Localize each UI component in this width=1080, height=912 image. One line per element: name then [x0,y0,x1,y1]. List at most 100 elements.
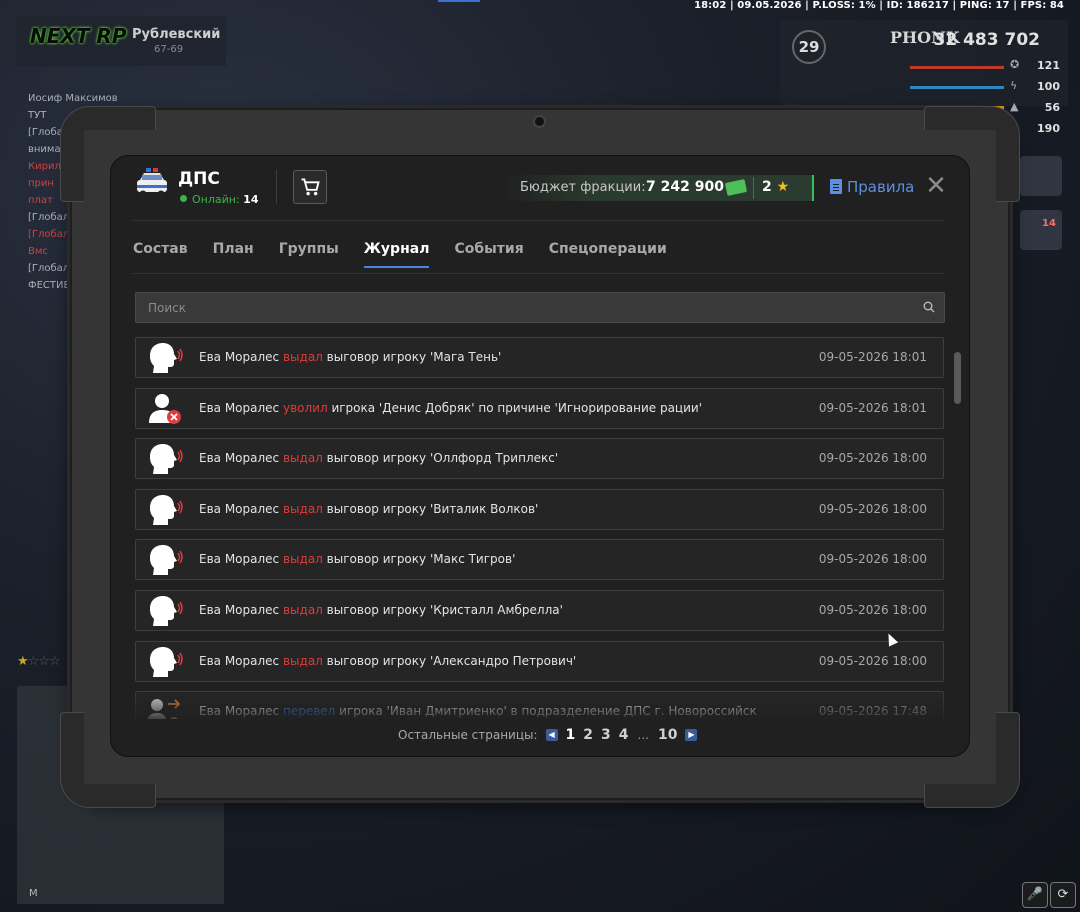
journal-time: 09-05-2026 18:00 [818,451,927,466]
journal-text: Ева Моралес выдал выговор игроку 'Криста… [199,603,563,617]
speaking-head-icon [146,494,184,526]
budget-divider [753,177,754,199]
server-sub: 67-69 [154,44,184,55]
tab-plan[interactable]: План [213,241,254,268]
hunger-icon: ▲ [1010,100,1019,113]
tab-special-ops[interactable]: Спецоперации [549,241,667,268]
journal-actor: Ева Моралес [199,501,280,516]
speaking-head-icon [146,443,184,475]
tab-sostav[interactable]: Состав [133,241,188,268]
journal-action: уволил [282,400,328,415]
pagination-label: Остальные страницы: [398,728,538,742]
clipboard-icon [830,179,842,194]
server-logo: NEXT RP Рублевский 67-69 [16,16,226,66]
refresh-button[interactable]: ⟳ [1050,882,1076,908]
prev-page-button[interactable]: ◀ [545,729,558,741]
journal-scrollbar[interactable] [954,352,961,404]
health-bar [910,66,1004,69]
page-4[interactable]: 4 [619,727,629,743]
next-page-button[interactable]: ▶ [685,729,698,741]
journal-text: Ева Моралес выдал выговор игроку 'Оллфор… [199,451,558,465]
speaking-head-icon [146,646,184,678]
journal-actor: Ева Моралес [199,552,280,567]
pagination: Остальные страницы: ◀ 1 2 3 4 ... 10 ▶ [398,727,701,743]
journal-actor: Ева Моралес [199,653,280,668]
journal-details: выговор игроку 'Оллфорд Триплекс' [326,451,559,466]
energy-value: 100 [1037,80,1060,93]
faction-stars: 2 ★ [762,179,789,195]
journal-row: Ева Моралес выдал выговор игроку 'Витали… [135,488,944,530]
brand-logo: NEXT RP [30,24,127,48]
journal-action: выдал [282,451,323,466]
journal-time: 09-05-2026 18:00 [818,603,927,617]
tab-bar: Состав План Группы Журнал События Спецоп… [133,241,692,268]
page-3[interactable]: 3 [601,727,611,743]
journal-action: выдал [282,350,323,364]
armor-value: 190 [1037,122,1060,135]
rules-link[interactable]: Правила [830,178,914,196]
speaking-head-icon [146,342,184,374]
journal-text: Ева Моралес выдал выговор игроку 'Мага Т… [199,350,501,364]
level-badge: 29 [792,30,826,64]
journal-actor: Ева Моралес [199,603,280,617]
header-divider-line [133,220,944,221]
journal-time: 09-05-2026 18:00 [818,653,927,668]
journal-details: выговор игроку 'Александро Петрович' [326,653,577,668]
journal-row: Ева Моралес уволил игрока 'Денис Добряк'… [135,387,944,429]
tab-journal[interactable]: Журнал [363,241,429,268]
hunger-value: 56 [1044,101,1060,114]
star-icon: ★ [776,179,790,195]
speaking-head-icon [146,595,184,627]
list-fade [135,690,945,720]
header-divider [276,170,277,204]
budget-value: 7 242 900 [646,179,724,195]
money-display: 32 483 702 [933,30,1040,50]
journal-time: 09-05-2026 18:00 [818,552,927,567]
top-accent-bar [438,0,480,2]
user-remove-icon [146,393,184,425]
search-icon[interactable] [923,301,935,313]
budget-label: Бюджет фракции: [520,180,646,195]
journal-action: выдал [282,653,323,668]
journal-list: Ева Моралес выдал выговор игроку 'Мага Т… [135,337,945,719]
minimap-letter: M [29,888,38,899]
stars-count: 2 [762,179,772,195]
health-value: 121 [1037,59,1060,72]
journal-actor: Ева Моралес [199,400,280,415]
close-button[interactable]: ✕ [924,173,948,199]
journal-text: Ева Моралес уволил игрока 'Денис Добряк'… [199,401,702,415]
journal-row: Ева Моралес выдал выговор игроку 'Мага Т… [135,337,944,378]
wanted-stars: ★☆☆☆ [17,654,61,669]
speaking-head-icon [146,544,184,576]
journal-row: Ева Моралес выдал выговор игроку 'Оллфор… [135,438,944,480]
tab-groups[interactable]: Группы [279,241,339,268]
journal-details: выговор игроку 'Макс Тигров' [326,552,516,567]
journal-action: выдал [282,552,323,567]
close-icon: ✕ [925,171,947,201]
police-car-icon [137,168,167,198]
faction-title: ДПС [178,169,220,189]
microphone-button[interactable]: 🎤 [1022,882,1048,908]
journal-time: 09-05-2026 18:00 [818,501,927,516]
journal-text: Ева Моралес выдал выговор игроку 'Алекса… [199,654,576,668]
journal-row: Ева Моралес выдал выговор игроку 'Макс Т… [135,539,944,581]
cash-icon [724,179,748,196]
tab-events[interactable]: События [454,241,523,268]
online-dot-icon [180,195,187,202]
notifications-button[interactable] [1020,210,1062,250]
page-2[interactable]: 2 [583,727,593,743]
page-1[interactable]: 1 [566,727,576,743]
search-box [135,292,945,323]
pagination-ellipsis: ... [637,728,649,742]
shop-button[interactable] [293,170,327,204]
page-last[interactable]: 10 [658,727,677,743]
journal-action: выдал [282,501,323,516]
tablet-camera [533,115,546,128]
journal-text: Ева Моралес выдал выговор игроку 'Витали… [199,502,538,516]
journal-row: Ева Моралес выдал выговор игроку 'Алекса… [135,640,944,682]
side-menu-button[interactable] [1020,156,1062,196]
journal-actor: Ева Моралес [199,451,280,466]
search-input[interactable] [136,293,916,322]
tabs-divider [133,273,944,274]
rules-label: Правила [847,178,915,196]
